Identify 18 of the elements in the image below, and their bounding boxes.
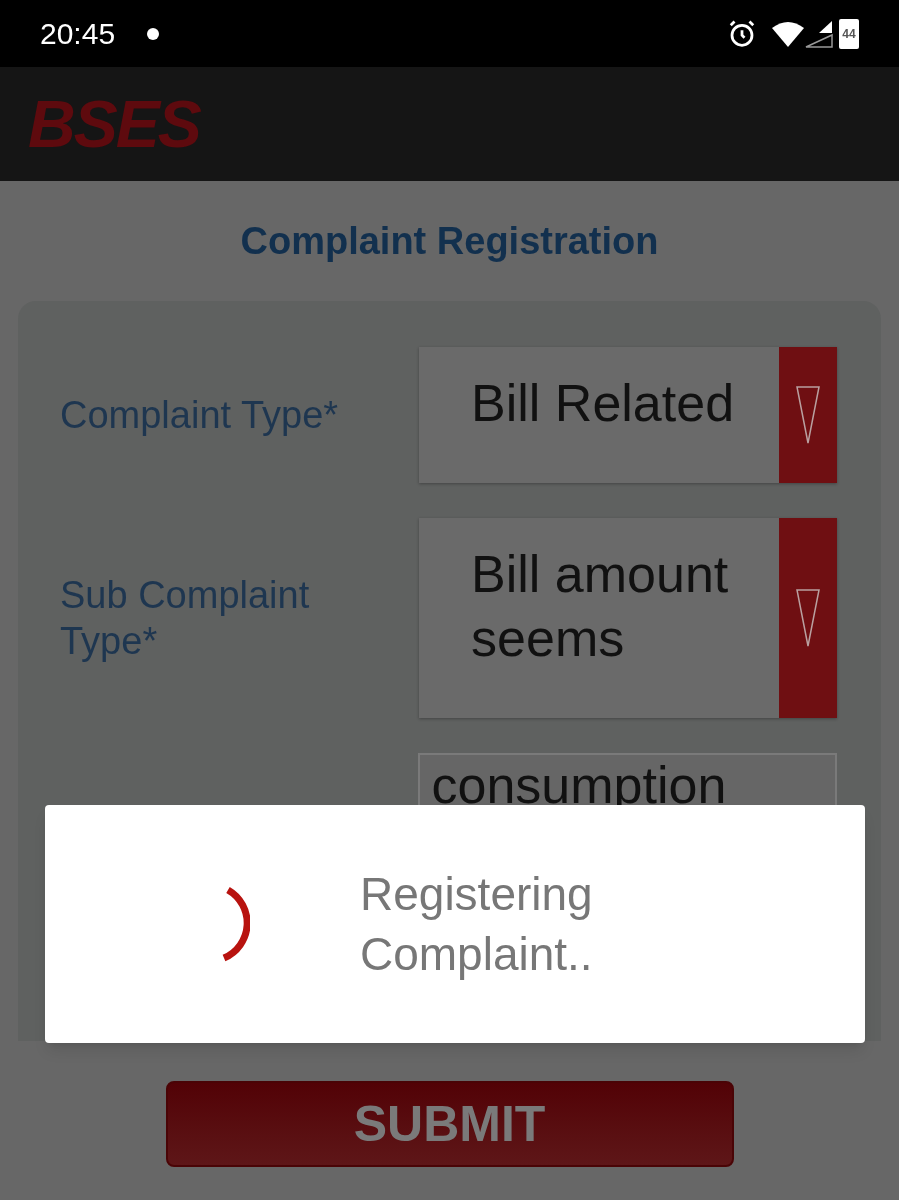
dropdown[interactable]: Bill Related <box>419 347 837 483</box>
alarm-icon <box>727 18 757 49</box>
battery-icon: 44 <box>839 18 859 49</box>
signal-icon <box>805 19 833 48</box>
field-label: Complaint Type* <box>59 393 340 438</box>
status-time: 20:45 <box>40 16 116 52</box>
submit-button[interactable]: SUBMIT <box>165 1081 734 1167</box>
dropdown[interactable]: Bill amount seems <box>419 518 837 718</box>
field-label: Sub Complaint Type* <box>59 573 311 664</box>
wifi-icon <box>771 19 805 48</box>
dropdown-value: Bill amount seems <box>471 544 730 669</box>
page-title: Complaint Registration <box>240 218 659 264</box>
loading-spinner-icon <box>220 886 250 962</box>
dialog-message: Registering Complaint.. <box>360 867 594 982</box>
logo: BSES <box>28 85 200 163</box>
dropdown-triangle-icon <box>795 588 821 648</box>
dropdown-triangle-icon <box>795 385 821 445</box>
dropdown-value: Bill Related <box>471 373 736 434</box>
